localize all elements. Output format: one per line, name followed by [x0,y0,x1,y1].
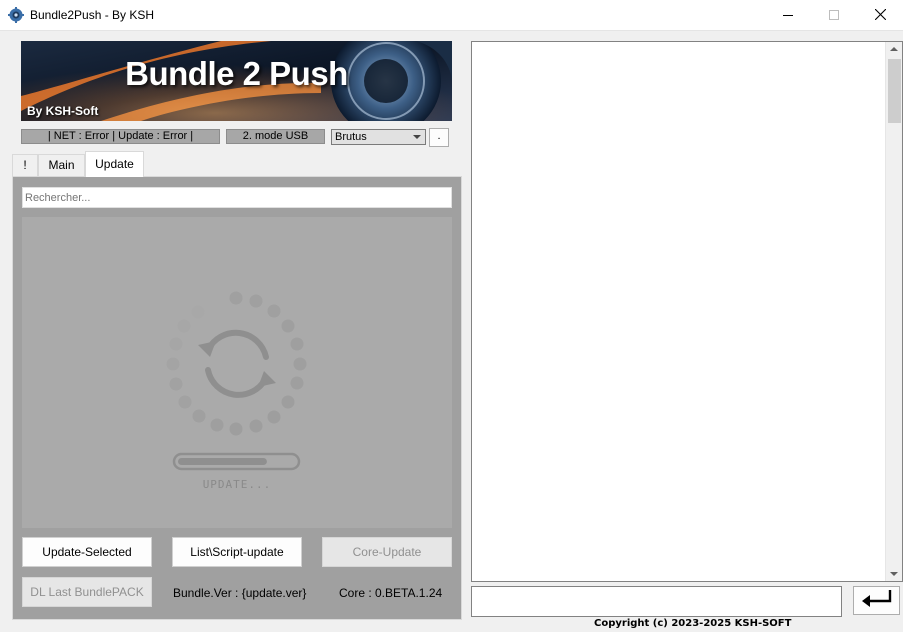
scroll-up-icon[interactable] [890,47,898,51]
refresh-icon [205,329,269,398]
close-icon [874,8,886,23]
maximize-icon [829,9,839,23]
output-log[interactable] [471,41,903,582]
update-tab-panel: UPDATE... Update-Selected List\Script-up… [12,176,462,620]
loading-overlay: UPDATE... [22,217,452,528]
tab-main[interactable]: Main [38,154,85,176]
minimize-button[interactable] [765,0,811,31]
dot-button[interactable]: . [429,128,449,147]
maximize-button[interactable] [811,0,857,31]
tab-update[interactable]: Update [85,151,144,177]
vertical-scrollbar[interactable] [885,42,902,581]
list-script-update-button[interactable]: List\Script-update [172,537,302,567]
app-gear-icon [8,7,24,23]
update-selected-button[interactable]: Update-Selected [22,537,152,567]
window-title: Bundle2Push - By KSH [30,8,155,22]
banner: Bundle 2 Push By KSH-Soft [21,41,452,121]
close-button[interactable] [857,0,903,31]
mode-status: 2. mode USB [226,129,325,144]
scroll-thumb[interactable] [888,59,901,123]
core-update-button[interactable]: Core-Update [322,537,452,567]
enter-button[interactable] [853,586,900,615]
command-input[interactable] [471,586,842,617]
chevron-down-icon [413,135,421,139]
title-bar: Bundle2Push - By KSH [0,0,903,31]
bundle-version: Bundle.Ver : {update.ver} [173,586,307,600]
net-status: | NET : Error | Update : Error | [21,129,220,144]
update-loading-text: UPDATE... [202,478,272,491]
search-input[interactable] [22,187,452,208]
banner-subtitle: By KSH-Soft [27,104,99,118]
tab-exclamation[interactable]: ! [12,154,38,176]
profile-select[interactable]: Brutus [331,129,426,145]
copyright-text: Copyright (c) 2023-2025 KSH-SOFT [594,618,792,629]
scroll-down-icon[interactable] [890,572,898,576]
enter-icon [860,588,894,613]
dl-last-bundlepack-button[interactable]: DL Last BundlePACK [22,577,152,607]
minimize-icon [783,9,793,23]
spinner-dots [166,291,307,436]
profile-select-value: Brutus [335,131,367,143]
core-version: Core : 0.BETA.1.24 [339,586,443,600]
banner-title: Bundle 2 Push [125,55,348,92]
progress-bar [172,452,301,471]
